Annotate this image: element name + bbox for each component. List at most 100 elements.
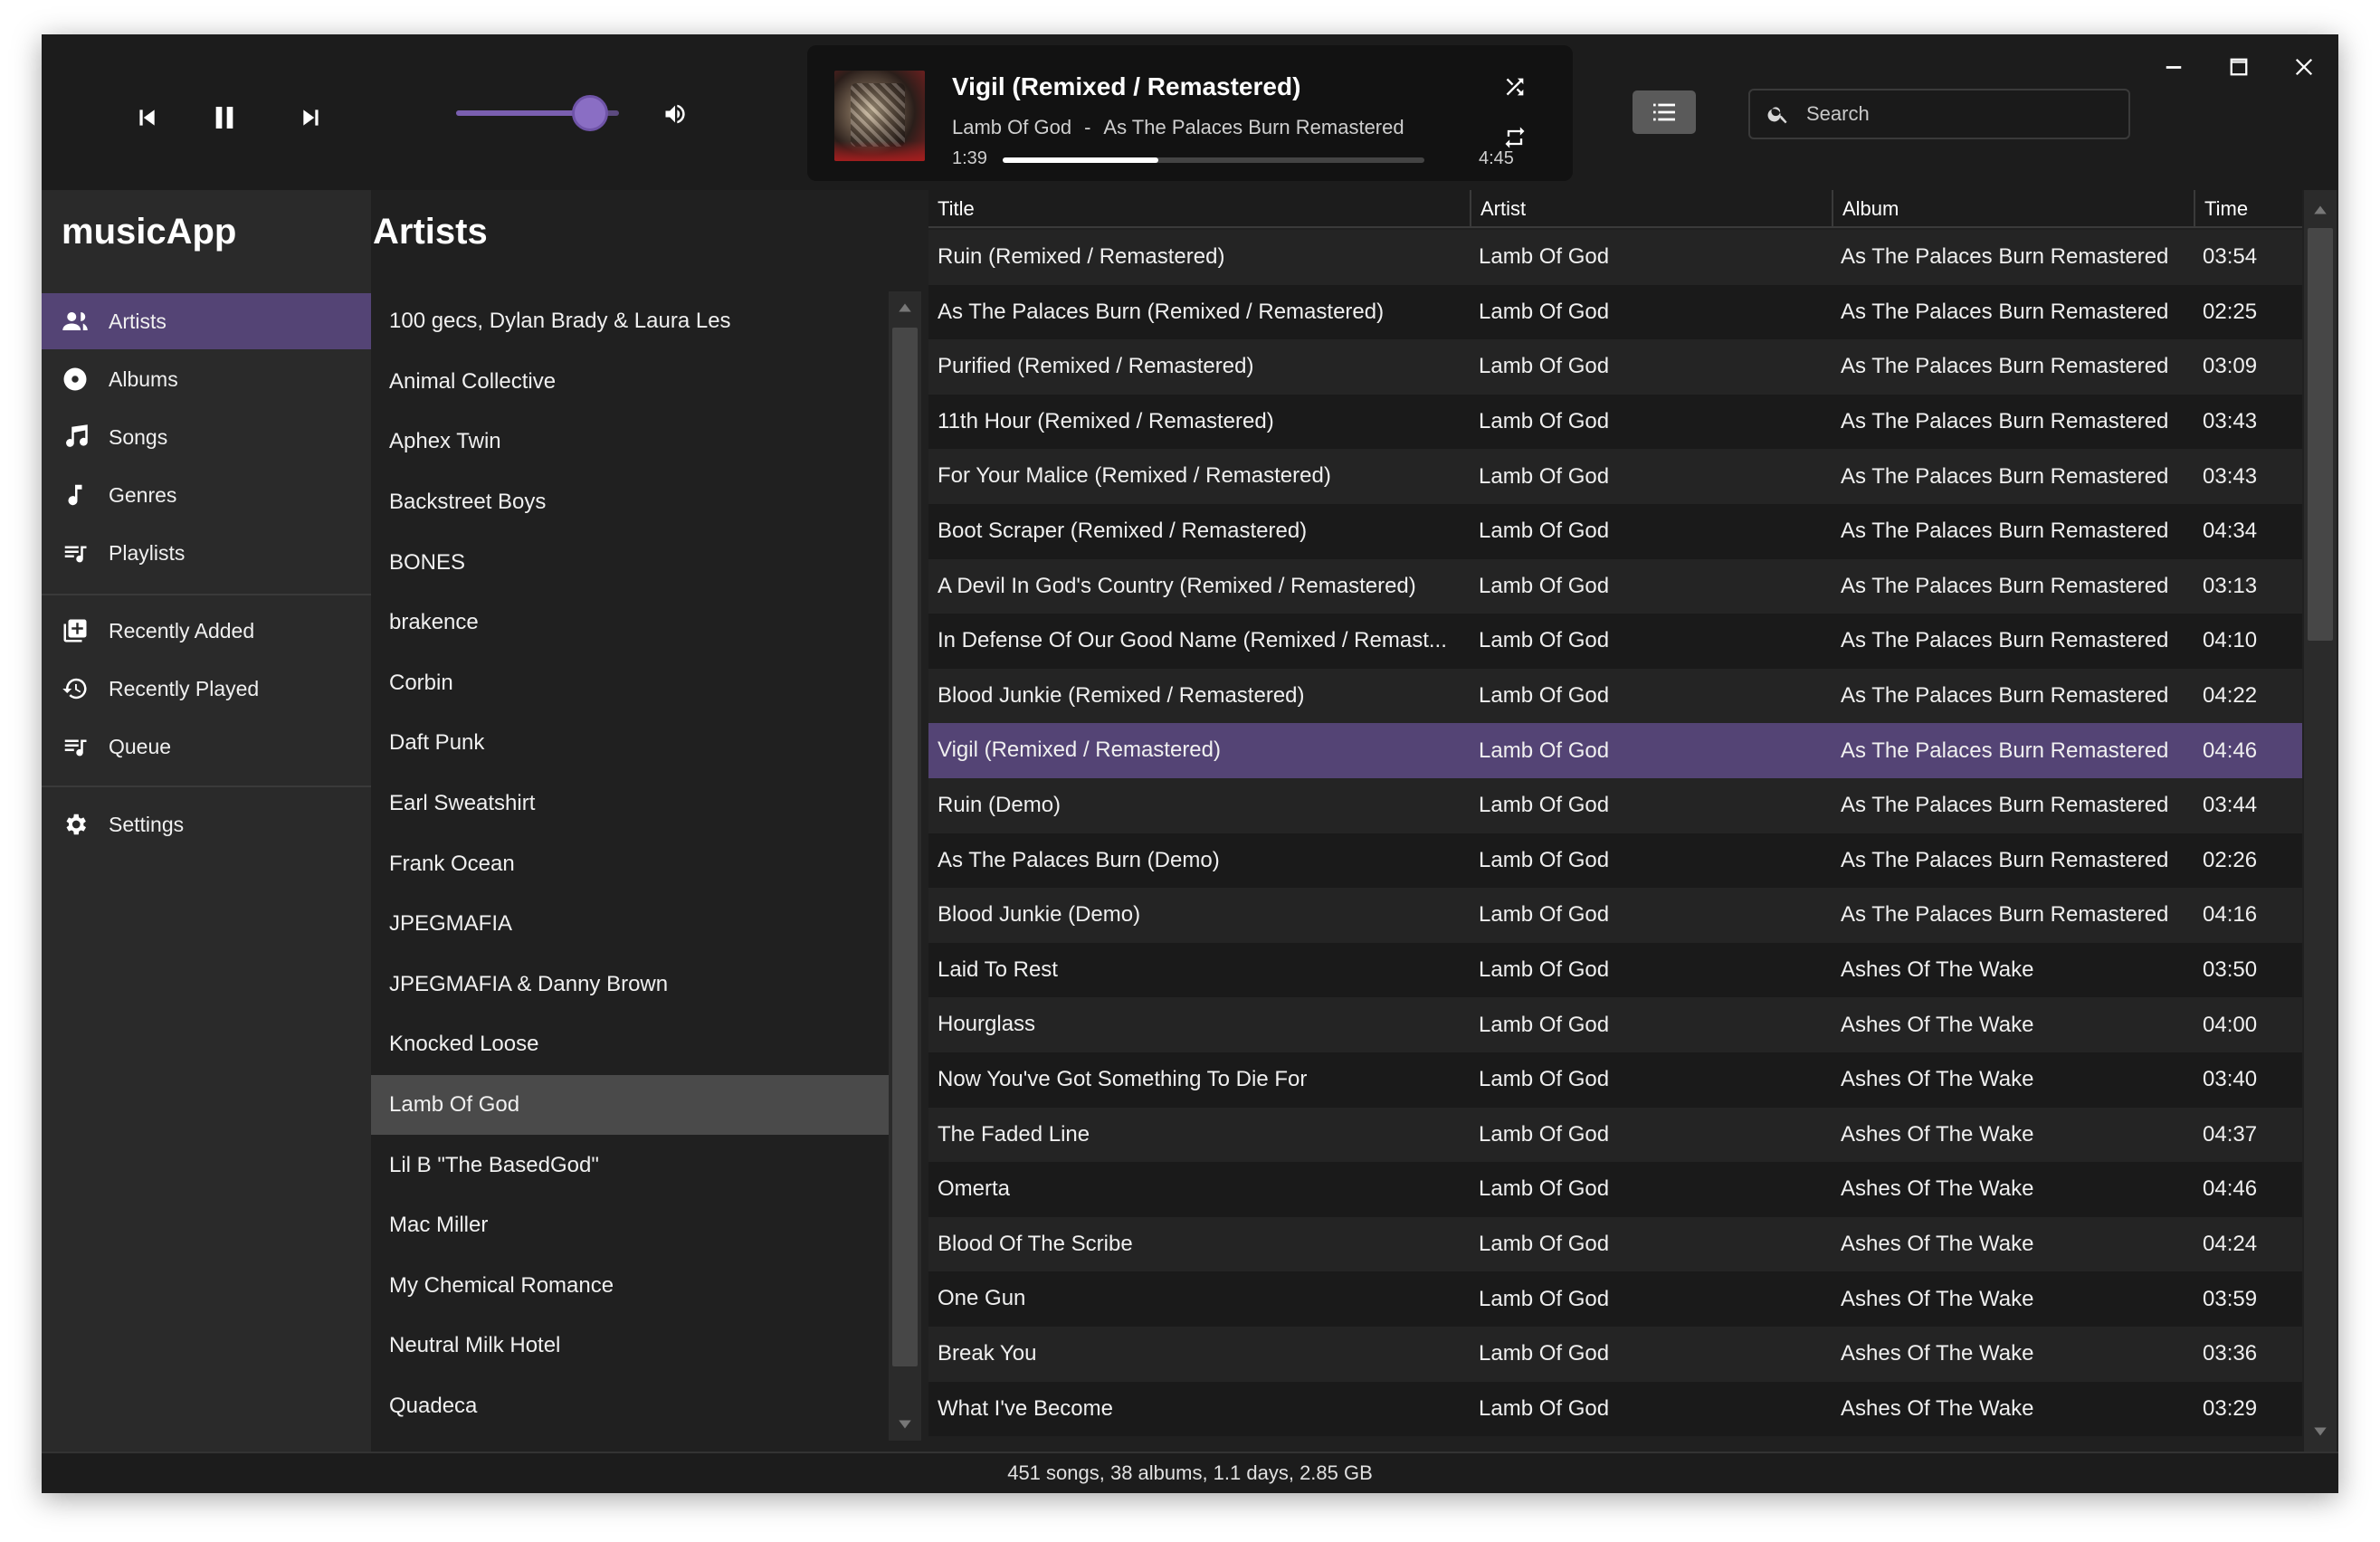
sidebar-item-genres[interactable]: Genres xyxy=(42,467,371,523)
table-row[interactable]: As The Palaces Burn (Remixed / Remastere… xyxy=(928,284,2302,340)
artist-list-item[interactable]: Quadeca xyxy=(371,1376,889,1437)
cell-title: In Defense Of Our Good Name (Remixed / R… xyxy=(938,628,1447,653)
artist-list-item[interactable]: Mac Miller xyxy=(371,1195,889,1256)
artist-list-item[interactable]: Frank Ocean xyxy=(371,833,889,894)
artist-list-item[interactable]: brakence xyxy=(371,593,889,653)
cell-time: 04:37 xyxy=(2203,1121,2258,1147)
column-header-artist[interactable]: Artist xyxy=(1470,190,1832,228)
repeat-button[interactable] xyxy=(1495,118,1535,157)
volume-slider-handle[interactable] xyxy=(571,95,608,131)
artist-list-item[interactable]: Daft Punk xyxy=(371,713,889,774)
artist-list-item[interactable]: Earl Sweatshirt xyxy=(371,774,889,834)
maximize-button[interactable] xyxy=(2212,51,2266,83)
artist-list-item[interactable]: BONES xyxy=(371,532,889,593)
shuffle-button[interactable] xyxy=(1495,67,1535,107)
search-input[interactable] xyxy=(1806,102,2114,126)
sidebar-item-label: Settings xyxy=(109,812,185,836)
artist-list-item[interactable]: Backstreet Boys xyxy=(371,472,889,533)
sidebar-item-settings[interactable]: Settings xyxy=(42,796,371,852)
cell-album: As The Palaces Burn Remastered xyxy=(1841,463,2169,489)
now-playing-artist[interactable]: Lamb Of God xyxy=(952,116,1071,138)
table-row[interactable]: Ruin (Remixed / Remastered) Lamb Of God As… xyxy=(928,230,2302,285)
artist-list-item[interactable]: My Chemical Romance xyxy=(371,1256,889,1317)
table-row[interactable]: What I've Become Lamb Of God Ashes Of The … xyxy=(928,1381,2302,1437)
cell-time: 03:40 xyxy=(2203,1067,2258,1092)
album-art xyxy=(834,71,925,161)
table-row[interactable]: Hourglass Lamb Of God Ashes Of The Wake 04:… xyxy=(928,997,2302,1052)
status-bar: 451 songs, 38 albums, 1.1 days, 2.85 GB xyxy=(42,1452,2338,1493)
table-row[interactable]: A Devil In God's Country (Remixed / Rema… xyxy=(928,558,2302,614)
table-row[interactable]: The Faded Line Lamb Of God Ashes Of The Wa… xyxy=(928,1107,2302,1163)
cell-artist: Lamb Of God xyxy=(1479,519,1610,544)
artist-list-item[interactable]: Animal Collective xyxy=(371,352,889,413)
column-header-album[interactable]: Album xyxy=(1832,190,2194,228)
genre-icon xyxy=(68,484,82,506)
cell-time: 04:34 xyxy=(2203,519,2258,544)
table-row[interactable]: Blood Of The Scribe Lamb Of God Ashes Of T… xyxy=(928,1216,2302,1272)
sidebar-item-playlists[interactable]: Playlists xyxy=(42,525,371,581)
sidebar-item-label: Recently Played xyxy=(109,676,260,700)
recently-added-icon xyxy=(63,619,87,642)
now-playing-album[interactable]: As The Palaces Burn Remastered xyxy=(1103,116,1404,138)
table-row[interactable]: As The Palaces Burn (Demo) Lamb Of God As … xyxy=(928,833,2302,889)
artist-list-item[interactable]: Lil B "The BasedGod" xyxy=(371,1135,889,1195)
artist-list-item[interactable]: 100 gecs, Dylan Brady & Laura Les xyxy=(371,291,889,352)
scroll-up-arrow[interactable] xyxy=(2304,194,2337,226)
table-row[interactable]: One Gun Lamb Of God Ashes Of The Wake 03:59 xyxy=(928,1271,2302,1327)
column-header-time[interactable]: Time xyxy=(2194,190,2302,228)
player-bar: Vigil (Remixed / Remastered) Lamb Of God… xyxy=(42,34,2338,190)
table-row[interactable]: For Your Malice (Remixed / Remastered) La… xyxy=(928,449,2302,504)
seek-bar[interactable] xyxy=(1003,157,1424,163)
artist-list-item[interactable]: Lamb Of God xyxy=(371,1074,889,1136)
sidebar-item-label: Songs xyxy=(109,424,168,449)
sidebar-item-songs[interactable]: Songs xyxy=(42,409,371,465)
artists-pane: Artists 100 gecs, Dylan Brady & Laura Le… xyxy=(371,190,921,1452)
artist-list-item[interactable]: Corbin xyxy=(371,653,889,714)
table-row[interactable]: Vigil (Remixed / Remastered) Lamb Of God A… xyxy=(928,723,2302,778)
table-row[interactable]: Omerta Lamb Of God Ashes Of The Wake 04:46 xyxy=(928,1162,2302,1217)
table-row[interactable]: Boot Scraper (Remixed / Remastered) Lamb … xyxy=(928,504,2302,559)
table-row[interactable]: Blood Junkie (Remixed / Remastered) Lamb … xyxy=(928,668,2302,724)
volume-button[interactable] xyxy=(653,92,697,136)
artist-list-scrollbar[interactable] xyxy=(889,291,921,1441)
column-header-title[interactable]: Title xyxy=(928,190,1470,228)
scrollbar-thumb[interactable] xyxy=(2308,228,2333,641)
sidebar-item-queue[interactable]: Queue xyxy=(42,719,371,775)
close-icon xyxy=(2295,58,2313,76)
artist-list-item[interactable]: Aphex Twin xyxy=(371,412,889,472)
sidebar-item-recently-added[interactable]: Recently Added xyxy=(42,603,371,659)
close-button[interactable] xyxy=(2277,51,2331,83)
scroll-down-arrow[interactable] xyxy=(2304,1415,2337,1448)
scroll-down-arrow[interactable] xyxy=(889,1408,921,1441)
artists-icon xyxy=(62,312,88,330)
songs-scrollbar[interactable] xyxy=(2304,190,2337,1452)
table-row[interactable]: Ruin (Demo) Lamb Of God As The Palaces Bur… xyxy=(928,778,2302,833)
previous-track-button[interactable] xyxy=(121,92,172,143)
table-row[interactable]: Now You've Got Something To Die For Lamb … xyxy=(928,1052,2302,1108)
scrollbar-thumb[interactable] xyxy=(892,328,918,1366)
artist-list-item[interactable]: JPEGMAFIA & Danny Brown xyxy=(371,955,889,1015)
sidebar-item-albums[interactable]: Albums xyxy=(42,351,371,407)
volume-slider[interactable] xyxy=(456,95,619,131)
table-row[interactable]: Break You Lamb Of God Ashes Of The Wake 03:… xyxy=(928,1327,2302,1382)
artist-list-item[interactable]: JPEGMAFIA xyxy=(371,894,889,955)
maximize-icon xyxy=(2230,58,2248,76)
table-row[interactable]: Blood Junkie (Demo) Lamb Of God As The Pal… xyxy=(928,888,2302,943)
cell-album: As The Palaces Burn Remastered xyxy=(1841,902,2169,928)
artist-list-item[interactable]: Knocked Loose xyxy=(371,1014,889,1075)
table-row[interactable]: In Defense Of Our Good Name (Remixed / R… xyxy=(928,614,2302,669)
minimize-button[interactable] xyxy=(2147,51,2201,83)
artist-list-item[interactable]: Neutral Milk Hotel xyxy=(371,1316,889,1376)
table-row[interactable]: Laid To Rest Lamb Of God Ashes Of The Wake… xyxy=(928,942,2302,998)
queue-toggle-button[interactable] xyxy=(1633,90,1696,134)
cell-artist: Lamb Of God xyxy=(1479,628,1610,653)
pause-button[interactable] xyxy=(195,89,253,147)
sidebar-item-recently-played[interactable]: Recently Played xyxy=(42,661,371,717)
sidebar-item-artists[interactable]: Artists xyxy=(42,293,371,349)
cell-artist: Lamb Of God xyxy=(1479,299,1610,324)
table-row[interactable]: Purified (Remixed / Remastered) Lamb Of G… xyxy=(928,339,2302,395)
scroll-up-arrow[interactable] xyxy=(889,291,921,324)
search-box[interactable] xyxy=(1748,89,2130,139)
table-row[interactable]: 11th Hour (Remixed / Remastered) Lamb Of … xyxy=(928,394,2302,450)
next-track-button[interactable] xyxy=(286,92,337,143)
